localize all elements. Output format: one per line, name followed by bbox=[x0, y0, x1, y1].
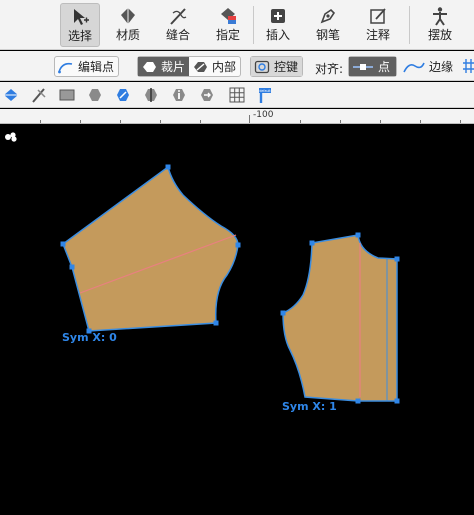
align-point-button[interactable]: 点 bbox=[348, 56, 398, 77]
material-diamond-icon bbox=[121, 8, 135, 24]
piece-mode-cut-button[interactable]: 裁片 bbox=[138, 57, 190, 76]
control-key-label: 控键 bbox=[274, 60, 299, 74]
align-edge-button[interactable]: 边缘 bbox=[400, 56, 457, 77]
control-key-icon bbox=[254, 60, 270, 73]
insert-plus-icon bbox=[271, 9, 285, 23]
piece-mode-cut-label: 裁片 bbox=[161, 60, 186, 74]
align-point-label: 点 bbox=[378, 60, 391, 74]
edit-point-label: 编辑点 bbox=[78, 60, 115, 74]
annotate-note-icon bbox=[370, 8, 386, 24]
cut-piece-icon bbox=[143, 61, 156, 72]
arrow-piece-icon[interactable] bbox=[198, 86, 216, 104]
mirror-piece-icon[interactable] bbox=[142, 86, 160, 104]
pose-tool-label: 摆放 bbox=[427, 28, 452, 42]
align-edge-label: 边缘 bbox=[429, 60, 454, 74]
ruler-label: -100 bbox=[253, 110, 274, 120]
piece-tools-row: default bbox=[0, 82, 474, 108]
pen-tool-label: 钢笔 bbox=[315, 28, 340, 42]
insert-tool-button[interactable]: 插入 bbox=[258, 3, 298, 47]
sewing-tool-label: 缝合 bbox=[165, 28, 190, 42]
select-cursor-icon bbox=[74, 9, 89, 25]
assign-tool-label: 指定 bbox=[215, 28, 240, 42]
sewing-tool-button[interactable]: 缝合 bbox=[158, 3, 198, 47]
info-piece-icon[interactable] bbox=[170, 86, 188, 104]
material-tool-label: 材质 bbox=[115, 28, 140, 42]
control-key-button[interactable]: 控键 bbox=[250, 56, 304, 77]
edit-point-curve-icon bbox=[58, 62, 73, 73]
toolbar-divider bbox=[409, 6, 410, 44]
pin-marker-icon[interactable]: default bbox=[256, 86, 274, 104]
align-edge-curve-icon bbox=[403, 62, 425, 72]
pattern-canvas-svg bbox=[5, 132, 400, 404]
assign-palette-icon bbox=[221, 8, 236, 24]
pose-figure-icon bbox=[433, 7, 447, 26]
pattern-canvas[interactable]: Sym X: 0 Sym X: 1 bbox=[0, 125, 474, 515]
piece-mode-inner-label: 内部 bbox=[212, 60, 237, 74]
annotate-tool-label: 注释 bbox=[365, 28, 390, 42]
left-piece-sym-label: Sym X: 0 bbox=[62, 331, 117, 344]
rounded-piece-icon[interactable] bbox=[86, 86, 104, 104]
knife-icon[interactable] bbox=[30, 86, 48, 104]
pin-marker-badge: default bbox=[259, 89, 271, 93]
flip-piece-icon[interactable] bbox=[114, 86, 132, 104]
select-tool-button[interactable]: 选择 bbox=[60, 3, 100, 47]
horizontal-ruler: -100 bbox=[0, 109, 474, 124]
inner-piece-icon bbox=[194, 61, 208, 72]
sewing-needle-icon bbox=[170, 8, 187, 25]
annotate-tool-button[interactable]: 注释 bbox=[358, 3, 398, 47]
sub-toolbar: 编辑点 裁片 内部 控键 对齐: 点 边缘 bbox=[0, 51, 474, 81]
insert-tool-label: 插入 bbox=[265, 28, 290, 42]
select-tool-label: 选择 bbox=[67, 29, 92, 43]
main-toolbar: 选择 材质 缝合 指定 插入 钢笔 注释 摆放 bbox=[0, 0, 474, 50]
right-pattern-piece[interactable] bbox=[280, 232, 400, 404]
material-tool-button[interactable]: 材质 bbox=[108, 3, 148, 47]
right-piece-sym-label: Sym X: 1 bbox=[282, 400, 337, 413]
grid-icon[interactable] bbox=[228, 86, 246, 104]
toolbar-divider bbox=[253, 6, 254, 44]
more-grid-icon[interactable] bbox=[463, 59, 474, 73]
piece-mode-toggle: 裁片 内部 bbox=[137, 56, 242, 77]
view-orientation-icon[interactable] bbox=[5, 132, 17, 142]
assign-tool-button[interactable]: 指定 bbox=[208, 3, 248, 47]
left-pattern-piece[interactable] bbox=[60, 164, 241, 334]
piece-diamond-icon[interactable] bbox=[2, 86, 20, 104]
edit-point-button[interactable]: 编辑点 bbox=[54, 56, 120, 77]
piece-mode-inner-button[interactable]: 内部 bbox=[189, 57, 240, 76]
align-label: 对齐: bbox=[315, 62, 344, 76]
align-point-icon bbox=[353, 63, 373, 70]
pen-tool-button[interactable]: 钢笔 bbox=[308, 3, 348, 47]
pen-nib-icon bbox=[320, 8, 336, 24]
pose-tool-button[interactable]: 摆放 bbox=[420, 3, 460, 47]
rectangle-piece-icon[interactable] bbox=[58, 86, 76, 104]
